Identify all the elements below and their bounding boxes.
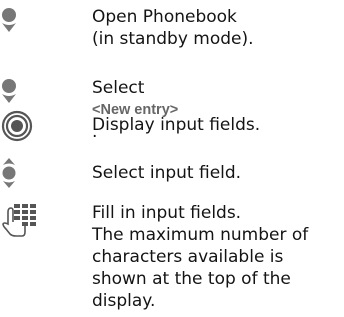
step-text: Open Phonebook (in standby mode). (92, 6, 344, 50)
step-line: (in standby mode). (92, 29, 254, 49)
step-text-before: Select (92, 78, 145, 98)
center-select-icon (0, 110, 48, 152)
nav-down-icon (0, 6, 48, 48)
step-line: The maximum number of (92, 225, 309, 245)
step-line: Open Phonebook (92, 7, 237, 27)
nav-up-down-icon (0, 158, 48, 200)
step-line: display. (92, 291, 156, 311)
step-line: Select input field. (92, 163, 242, 183)
step-text: Display input fields. (92, 114, 344, 136)
step-line: Display input fields. (92, 115, 261, 135)
step-line: Fill in input fields. (92, 203, 242, 223)
step-line: characters available is (92, 247, 284, 267)
step-line: shown at the top of the (92, 269, 291, 289)
keypad-icon (0, 202, 48, 244)
step-text: Select input field. (92, 162, 344, 184)
step-text: Fill in input fields. The maximum number… (92, 202, 344, 312)
